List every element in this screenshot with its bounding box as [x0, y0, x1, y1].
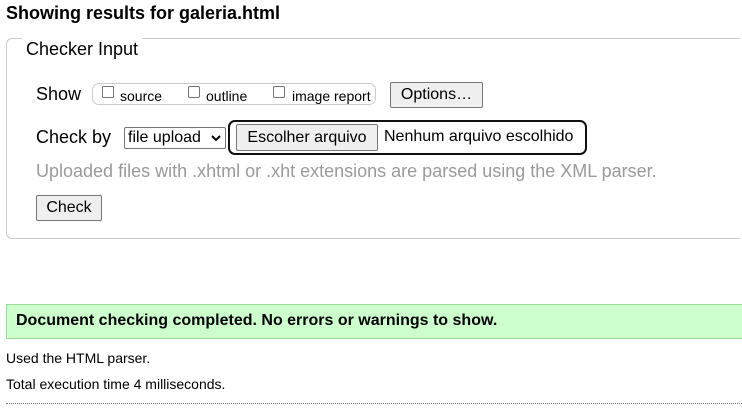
chevron-down-icon — [211, 135, 221, 142]
results-divider — [6, 403, 742, 404]
parser-info: Used the HTML parser. — [6, 350, 151, 366]
show-label: Show — [36, 84, 82, 104]
options-button[interactable]: Options… — [390, 82, 483, 108]
xml-parser-hint: Uploaded files with .xhtml or .xht exten… — [36, 161, 657, 181]
source-checkbox[interactable] — [102, 86, 114, 98]
outline-checkbox[interactable] — [188, 86, 200, 98]
image-report-checkbox[interactable] — [273, 86, 285, 98]
success-message: Document checking completed. No errors o… — [16, 312, 498, 329]
file-status-text: Nenhum arquivo escolhido — [384, 128, 574, 145]
check-by-select-value: file upload — [128, 129, 201, 146]
execution-time: Total execution time 4 milliseconds. — [6, 376, 226, 392]
image-report-checkbox-label[interactable]: image report — [292, 88, 371, 104]
choose-file-button[interactable]: Escolher arquivo — [236, 124, 378, 151]
check-by-select[interactable]: file upload — [124, 127, 226, 149]
check-by-label: Check by — [36, 127, 112, 147]
outline-checkbox-label[interactable]: outline — [206, 88, 247, 104]
source-checkbox-label[interactable]: source — [120, 88, 162, 104]
page-title: Showing results for galeria.html — [6, 3, 281, 23]
check-button[interactable]: Check — [36, 195, 102, 221]
checker-input-legend: Checker Input — [22, 38, 143, 60]
